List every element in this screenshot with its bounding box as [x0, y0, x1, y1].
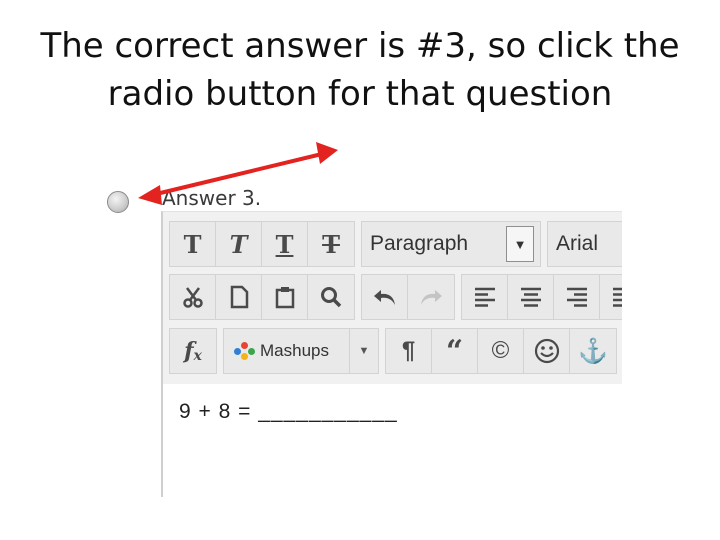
- edit-group: [169, 274, 355, 320]
- rich-text-editor: T T T T Paragraph ▼ Arial f x Mashups ▼ …: [161, 211, 622, 497]
- font-select[interactable]: Arial: [547, 221, 622, 267]
- search-icon[interactable]: [308, 275, 354, 319]
- align-left-icon[interactable]: [462, 275, 508, 319]
- paragraph-label: Paragraph: [370, 232, 469, 255]
- mashups-icon: [234, 342, 256, 360]
- bold-icon[interactable]: T: [170, 222, 216, 266]
- anchor-icon[interactable]: ⚓: [570, 329, 616, 373]
- paste-icon[interactable]: [262, 275, 308, 319]
- mashups-menu[interactable]: Mashups ▼: [223, 328, 379, 374]
- redo-icon[interactable]: [408, 275, 454, 319]
- answer-label: Answer 3.: [162, 186, 262, 210]
- editor-text: 9 + 8 = ___________: [179, 400, 398, 423]
- align-group: [461, 274, 622, 320]
- justify-icon[interactable]: [600, 275, 622, 319]
- answer-3-radio[interactable]: [107, 191, 129, 213]
- toolbar-row-3: fx Mashups ▼ ¶ “ © ⚓: [169, 328, 617, 374]
- toolbar-row-2: [169, 274, 622, 320]
- undo-icon[interactable]: [362, 275, 408, 319]
- font-label: Arial: [556, 232, 599, 255]
- smiley-icon[interactable]: [524, 329, 570, 373]
- italic-icon[interactable]: T: [216, 222, 262, 266]
- format-group: T T T T: [169, 221, 355, 267]
- slide-title: The correct answer is #3, so click the r…: [40, 26, 680, 114]
- insert-group: ¶ “ © ⚓: [385, 328, 617, 374]
- chevron-down-icon[interactable]: ▼: [506, 226, 534, 262]
- align-right-icon[interactable]: [554, 275, 600, 319]
- undo-group: [361, 274, 455, 320]
- formula-group: fx: [169, 328, 217, 374]
- new-page-icon[interactable]: [216, 275, 262, 319]
- paragraph-select[interactable]: Paragraph ▼: [361, 221, 541, 267]
- underline-icon[interactable]: T: [262, 222, 308, 266]
- chevron-down-icon[interactable]: ▼: [349, 329, 378, 373]
- toolbar-row-1: T T T T Paragraph ▼ Arial: [169, 221, 622, 267]
- paragraph-mark-icon[interactable]: ¶: [386, 329, 432, 373]
- align-center-icon[interactable]: [508, 275, 554, 319]
- blockquote-icon[interactable]: “: [432, 329, 478, 373]
- strikethrough-icon[interactable]: T: [308, 222, 354, 266]
- copyright-icon[interactable]: ©: [478, 329, 524, 373]
- mashups-label: Mashups: [260, 341, 329, 360]
- cut-icon[interactable]: [170, 275, 216, 319]
- editor-toolbar: T T T T Paragraph ▼ Arial f x Mashups ▼ …: [163, 212, 622, 384]
- fx-icon[interactable]: fx: [170, 329, 216, 373]
- editor-content[interactable]: 9 + 8 = ___________: [163, 384, 622, 497]
